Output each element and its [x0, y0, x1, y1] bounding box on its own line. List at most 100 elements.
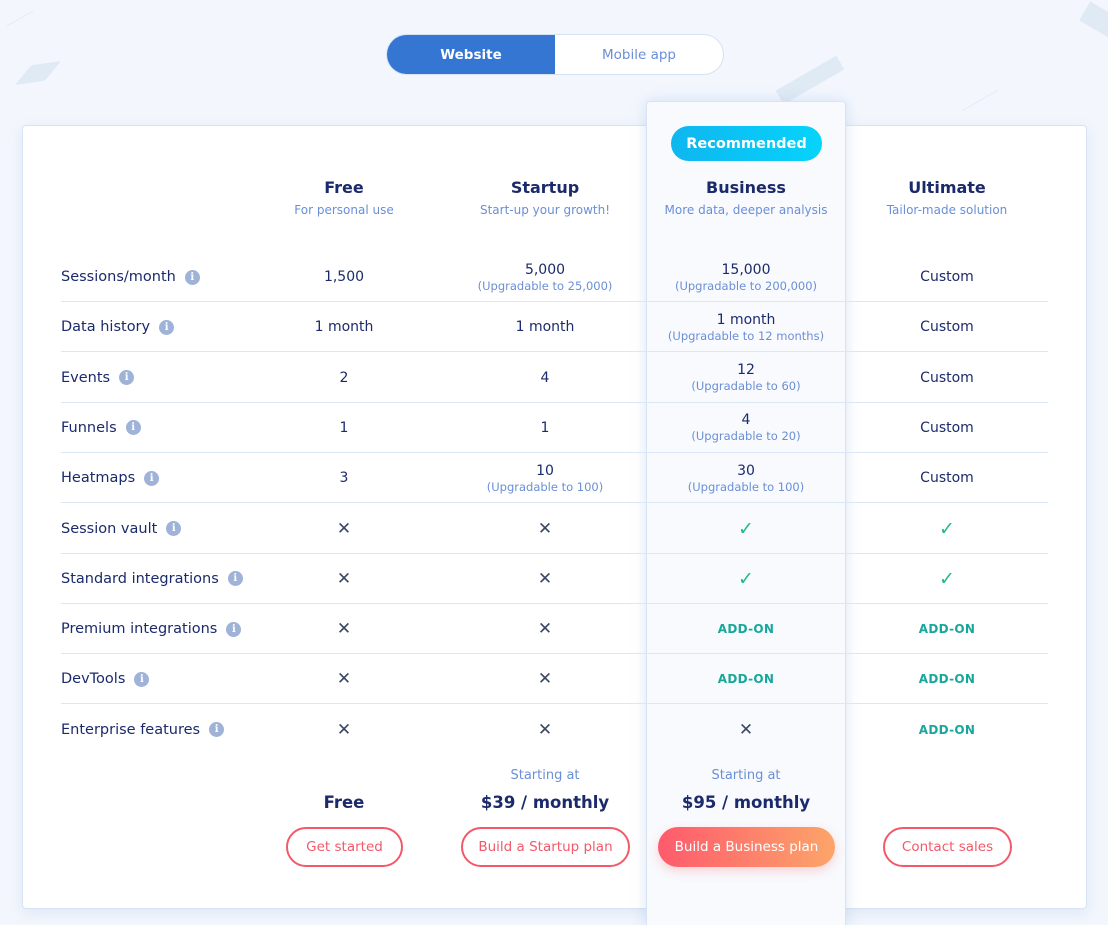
feature-value: 10	[536, 462, 554, 479]
cta-free-button[interactable]: Get started	[286, 827, 403, 867]
feature-cell: 1,500	[244, 252, 444, 302]
info-icon[interactable]: i	[134, 671, 150, 687]
cross-icon: ✕	[738, 719, 754, 740]
upgrade-note: (Upgradable to 100)	[687, 479, 805, 494]
feature-cell: ✓	[847, 504, 1047, 554]
background-line	[962, 90, 998, 111]
feature-cell: ✓	[646, 504, 846, 554]
addon-label: ADD-ON	[717, 622, 775, 637]
feature-row: Data history i 1 month 1 month 1 month (Upgra…	[61, 302, 1048, 353]
feature-cell: Custom	[847, 302, 1047, 352]
info-icon[interactable]: i	[209, 722, 225, 738]
feature-value: Custom	[920, 470, 974, 487]
plan-header-free: Free For personal use	[244, 178, 444, 217]
toggle-mobile-app[interactable]: Mobile app	[555, 35, 723, 74]
feature-name: Funnels	[61, 419, 117, 436]
feature-cell: ✕	[445, 604, 645, 654]
upgrade-note: (Upgradable to 20)	[691, 429, 801, 444]
feature-label: Session vault i	[61, 504, 182, 554]
plan-header-business: Business More data, deeper analysis	[646, 178, 846, 217]
feature-value: 30	[737, 462, 755, 479]
feature-label: Standard integrations i	[61, 554, 243, 604]
feature-value: 4	[540, 369, 550, 386]
upgrade-note: (Upgradable to 60)	[691, 379, 801, 394]
feature-label: Heatmaps i	[61, 453, 160, 503]
feature-value: 1 month	[515, 319, 575, 336]
price-value: $39 / monthly	[480, 793, 610, 812]
feature-cell: 12 (Upgradable to 60)	[646, 353, 846, 403]
plan-header-ultimate: Ultimate Tailor-made solution	[847, 178, 1047, 217]
check-icon: ✓	[738, 567, 754, 590]
feature-cell: ✕	[244, 654, 444, 704]
feature-label: Sessions/month i	[61, 252, 200, 302]
cross-icon: ✕	[336, 518, 352, 539]
feature-name: DevTools	[61, 671, 126, 688]
feature-cell: ✓	[646, 554, 846, 604]
feature-cell: Custom	[847, 252, 1047, 302]
cross-icon: ✕	[336, 669, 352, 690]
feature-name: Sessions/month	[61, 269, 176, 285]
toggle-website[interactable]: Website	[387, 35, 555, 74]
feature-cell: ✕	[646, 705, 846, 755]
cross-icon: ✕	[537, 518, 553, 539]
feature-value: 1 month	[314, 319, 374, 336]
feature-cell: 1 month	[244, 302, 444, 352]
addon-label: ADD-ON	[918, 722, 976, 737]
info-icon[interactable]: i	[227, 571, 243, 587]
info-icon[interactable]: i	[226, 621, 242, 637]
cta-ultimate-button[interactable]: Contact sales	[883, 827, 1012, 867]
feature-value: Custom	[920, 319, 974, 336]
addon-label: ADD-ON	[918, 622, 976, 637]
feature-value: 3	[339, 470, 349, 487]
feature-value: 1	[339, 419, 349, 436]
feature-cell: ✕	[244, 705, 444, 755]
feature-cell: ✕	[244, 604, 444, 654]
info-icon[interactable]: i	[119, 370, 135, 386]
price-label: Starting at	[510, 768, 580, 783]
info-icon[interactable]: i	[144, 470, 160, 486]
feature-cell: 1	[244, 403, 444, 453]
feature-cell: ADD-ON	[847, 654, 1047, 704]
feature-value: 2	[339, 369, 349, 386]
check-icon: ✓	[738, 517, 754, 540]
cross-icon: ✕	[537, 619, 553, 640]
price-block	[847, 768, 1047, 793]
addon-label: ADD-ON	[918, 672, 976, 687]
plan-name: Startup	[510, 178, 580, 197]
feature-value: 1 month	[716, 311, 776, 328]
feature-cell: ✕	[244, 504, 444, 554]
price-block: Starting at $39 / monthly	[445, 768, 645, 812]
feature-label: Data history i	[61, 302, 175, 352]
plan-header-startup: Startup Start-up your growth!	[445, 178, 645, 217]
feature-cell: ✕	[445, 705, 645, 755]
plan-name: Free	[324, 178, 364, 197]
upgrade-note: (Upgradable to 12 months)	[667, 328, 825, 343]
info-icon[interactable]: i	[166, 521, 182, 536]
feature-label: Funnels i	[61, 403, 141, 453]
plan-subtitle: Tailor-made solution	[886, 203, 1008, 217]
cta-startup-button[interactable]: Build a Startup plan	[461, 827, 630, 867]
feature-value: Custom	[920, 269, 974, 285]
feature-row: Premium integrations i ✕ ✕ ADD-ON ADD-ON	[61, 604, 1048, 655]
upgrade-note: (Upgradable to 100)	[486, 479, 604, 494]
feature-name: Heatmaps	[61, 470, 136, 487]
cross-icon: ✕	[537, 669, 553, 690]
price-label	[244, 768, 444, 786]
feature-cell: ✓	[847, 554, 1047, 604]
feature-name: Enterprise features	[61, 721, 201, 738]
info-icon[interactable]: i	[159, 319, 175, 335]
info-icon[interactable]: i	[125, 420, 141, 436]
recommended-badge: Recommended	[671, 126, 822, 161]
upgrade-note: (Upgradable to 200,000)	[674, 278, 818, 293]
feature-row: Sessions/month i 1,500 5,000 (Upgradable to …	[61, 252, 1048, 302]
feature-row: DevTools i ✕ ✕ ADD-ON ADD-ON	[61, 654, 1048, 705]
feature-cell: 4	[445, 353, 645, 403]
feature-cell: 2	[244, 353, 444, 403]
feature-cell: ADD-ON	[847, 604, 1047, 654]
feature-name: Premium integrations	[61, 621, 218, 638]
feature-value: 4	[741, 412, 751, 429]
feature-row: Enterprise features i ✕ ✕ ✕ ADD-ON	[61, 705, 1048, 755]
info-icon[interactable]: i	[184, 269, 200, 285]
feature-cell: ✕	[244, 554, 444, 604]
cta-business-button[interactable]: Build a Business plan	[658, 827, 835, 867]
